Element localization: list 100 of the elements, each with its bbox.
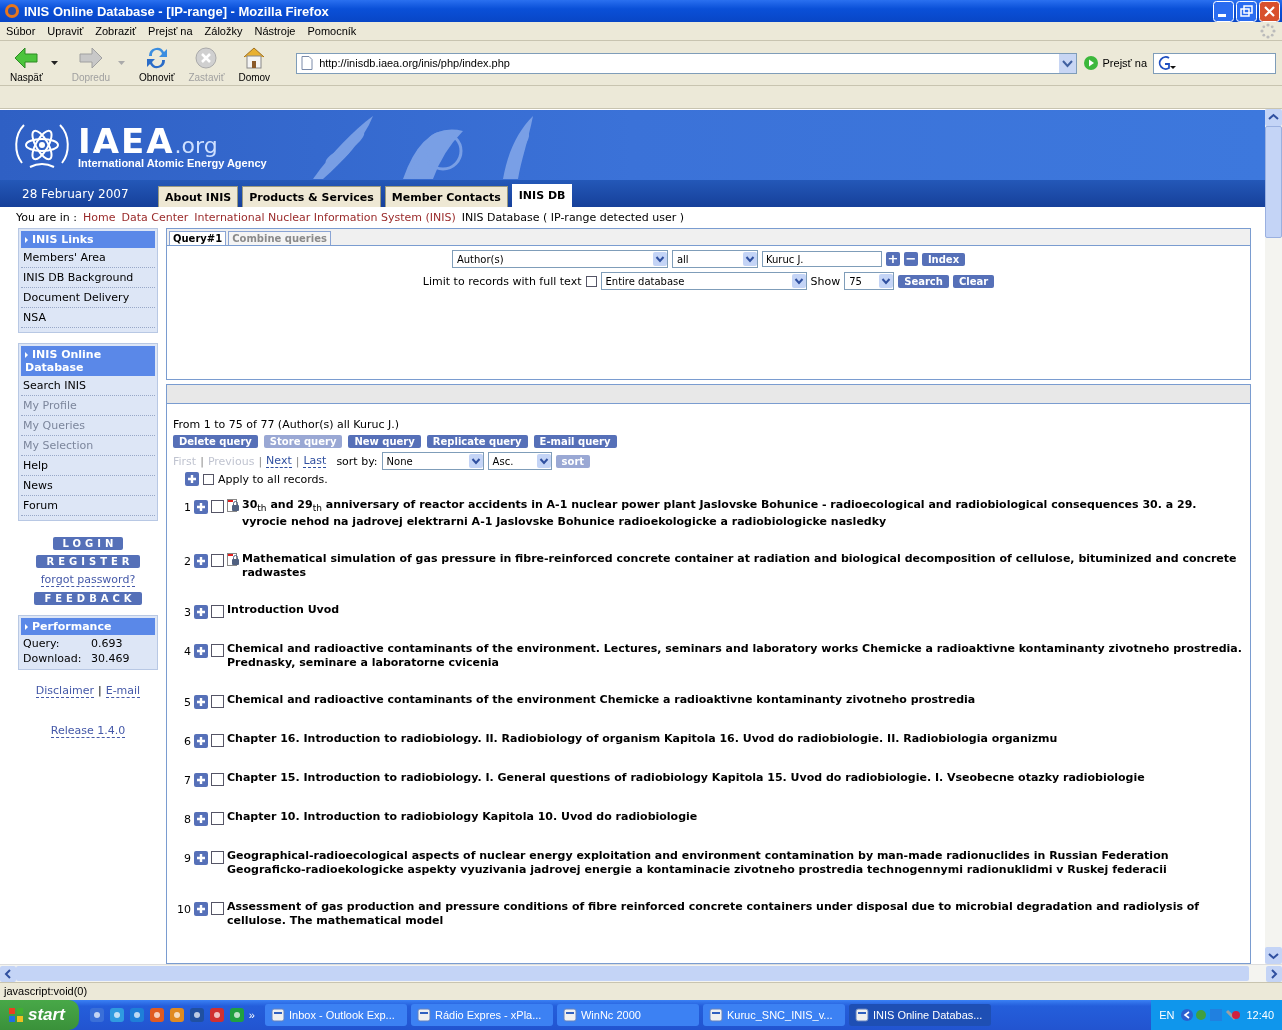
expand-icon[interactable] [194,695,208,710]
search-field[interactable]: Kuruc J. [761,251,882,267]
record-title[interactable]: Chapter 10. Introduction to radiobiology Kapitola 10. Uvod do radiobiologie [227,810,698,825]
dropdown[interactable]: Entire database [600,272,807,290]
checkbox[interactable] [211,902,224,916]
breadcrumb-link[interactable]: Data Center [121,211,189,224]
scroll-right-button[interactable] [1266,965,1282,982]
checkbox[interactable] [211,773,224,787]
sidebar-link[interactable]: Members' Area [21,248,155,268]
scroll-down-button[interactable] [1265,947,1282,964]
vertical-scrollbar[interactable] [1265,109,1282,964]
home-button[interactable]: Domov [234,43,275,83]
sidebar-link[interactable]: Forum [21,496,155,516]
expand-icon[interactable] [194,554,208,569]
sidebar-link[interactable]: News [21,476,155,496]
action-button[interactable]: New query [348,435,421,448]
locked-document-icon[interactable] [227,553,239,568]
footer-link[interactable]: E-mail [105,684,141,698]
dropdown[interactable]: 75 [844,272,895,290]
expand-icon[interactable] [194,644,208,659]
checkbox[interactable] [211,554,224,568]
taskbar-button[interactable]: Kuruc_SNC_INIS_v... [703,1004,845,1026]
pager-link[interactable]: Last [303,454,327,468]
menu-item[interactable]: Prejsť na [148,25,193,37]
nav-tab[interactable]: About INIS [158,186,239,207]
action-button[interactable]: Delete query [173,435,258,448]
scroll-thumb[interactable] [16,966,1249,981]
sidebar-link[interactable]: Search INIS [21,376,155,396]
reload-button[interactable]: Obnoviť [135,43,179,83]
scroll-left-button[interactable] [0,965,16,982]
menu-item[interactable]: Súbor [6,25,36,37]
scroll-thumb[interactable] [1265,126,1282,238]
restore-button[interactable] [1236,0,1257,22]
dropdown[interactable]: all [671,250,758,268]
account-button[interactable]: REGISTER [36,555,140,568]
expand-icon[interactable] [194,902,208,917]
expand-icon[interactable] [194,851,208,866]
index-button[interactable]: Index [921,252,966,266]
checkbox[interactable] [211,851,224,865]
pager-link[interactable]: Next [266,454,292,468]
release-link[interactable]: Release 1.4.0 [50,724,126,738]
minimize-button[interactable] [1213,0,1234,22]
checkbox[interactable] [203,473,214,485]
scroll-up-button[interactable] [1265,109,1282,126]
remove-button[interactable]: − [903,252,918,266]
record-title[interactable]: Chapter 15. Introduction to radiobiology. I. General questions of radiobiology Kapitola 15. Uvod do radiobiologie. I. Vseobecne otazky radiobiologie [227,771,1145,786]
address-field[interactable]: http://inisdb.iaea.org/inis/php/index.php [296,52,1077,74]
sidebar-link[interactable]: INIS DB Background [21,268,155,288]
checkbox[interactable] [211,734,224,748]
expand-icon[interactable] [194,773,208,788]
record-title[interactable]: 30$_{th}$ and 29$_{th}$ anniversary of reactor accidents in A-1 nuclear power plant Jaslovske Bohunice - radioecological and radiobiological consequences 30. a 29. vyrocie nehod na jadrovej elektrarni A-1 Jaslovske Bohunice radioekologicke a radiobiologicke nasledky [242,498,1244,530]
horizontal-scrollbar[interactable] [0,964,1282,982]
sidebar-link[interactable]: Help [21,456,155,476]
close-button[interactable] [1259,0,1280,22]
record-title[interactable]: Geographical-radioecological aspects of nuclear energy exploitation and environment contamination by man-made radionuclides in Russian Federation Geograficko-radioekologicke aspekty vyuzivania jadrovej energie a kontaminacie zivotneho prostredia technogennymi radionuklidmi v Ruskej federacii [227,849,1244,878]
record-title[interactable]: Introduction Uvod [227,603,340,618]
checkbox[interactable] [211,605,224,619]
back-button[interactable]: Naspäť [6,43,47,83]
more-button[interactable]: » [248,1009,255,1021]
query-tab[interactable]: Query#1 [169,231,227,245]
taskbar-button[interactable]: Rádio Expres - xPla... [411,1004,553,1026]
dropdown-button[interactable] [1058,53,1076,73]
taskbar-button[interactable]: INIS Online Databas... [849,1004,991,1026]
dropdown[interactable]: None [381,452,484,470]
dropdown[interactable]: Asc. [487,452,552,470]
expand-icon[interactable] [194,812,208,827]
breadcrumb-link[interactable]: International Nuclear Information System (INIS) [194,211,456,224]
password-link[interactable]: forgot password? [40,573,136,587]
add-button[interactable]: + [885,252,900,266]
record-title[interactable]: Assessment of gas production and pressure conditions of fibre reinforced concrete containers under disposal due to microbial degradation and radiolysis of cellulose. The mathematical model [227,900,1244,929]
account-button[interactable]: LOGIN [52,537,124,550]
go-button[interactable]: Prejsť na [1082,55,1147,71]
checkbox[interactable] [211,644,224,658]
sidebar-link[interactable]: NSA [21,308,155,328]
checkbox[interactable] [211,695,224,709]
record-title[interactable]: Chemical and radioactive contaminants of the environment Chemicke a radioaktivne kontaminanty zivotneho prostredia [227,693,976,708]
action-button[interactable]: E-mail query [533,435,617,448]
expand-icon[interactable] [194,605,208,620]
expand-icon[interactable] [194,734,208,749]
clear-button[interactable]: Clear [952,274,995,288]
checkbox[interactable] [211,500,224,513]
sidebar-link[interactable]: Document Delivery [21,288,155,308]
record-title[interactable]: Chapter 16. Introduction to radiobiology. II. Radiobiology of organism Kapitola 16. Uvod do radiobiologie. II. Radiobiologia organizmu [227,732,1058,747]
checkbox[interactable] [585,275,597,287]
footer-link[interactable]: Disclaimer [35,684,94,698]
taskbar-button[interactable]: WinNc 2000 [557,1004,699,1026]
nav-tab[interactable]: Products & Services [242,186,381,207]
dropdown[interactable]: Author(s) [451,250,668,268]
menu-item[interactable]: Pomocník [307,25,357,37]
account-button[interactable]: FEEDBACK [34,592,142,605]
record-title[interactable]: Mathematical simulation of gas pressure in fibre-reinforced concrete container at radiation and biological decomposition of cellulose, bituminized and concrete radwastes [242,552,1244,581]
dropdown-arrow-icon[interactable] [50,61,58,65]
menu-item[interactable]: Upraviť [47,25,84,37]
menu-item[interactable]: Záložky [204,25,243,37]
search-button[interactable]: Search [898,274,949,288]
nav-tab[interactable]: Member Contacts [384,186,508,207]
expand-icon[interactable] [194,500,208,514]
expand-icon[interactable] [185,472,199,486]
menu-item[interactable]: Zobraziť [95,25,137,37]
action-button[interactable]: Replicate query [426,435,528,448]
